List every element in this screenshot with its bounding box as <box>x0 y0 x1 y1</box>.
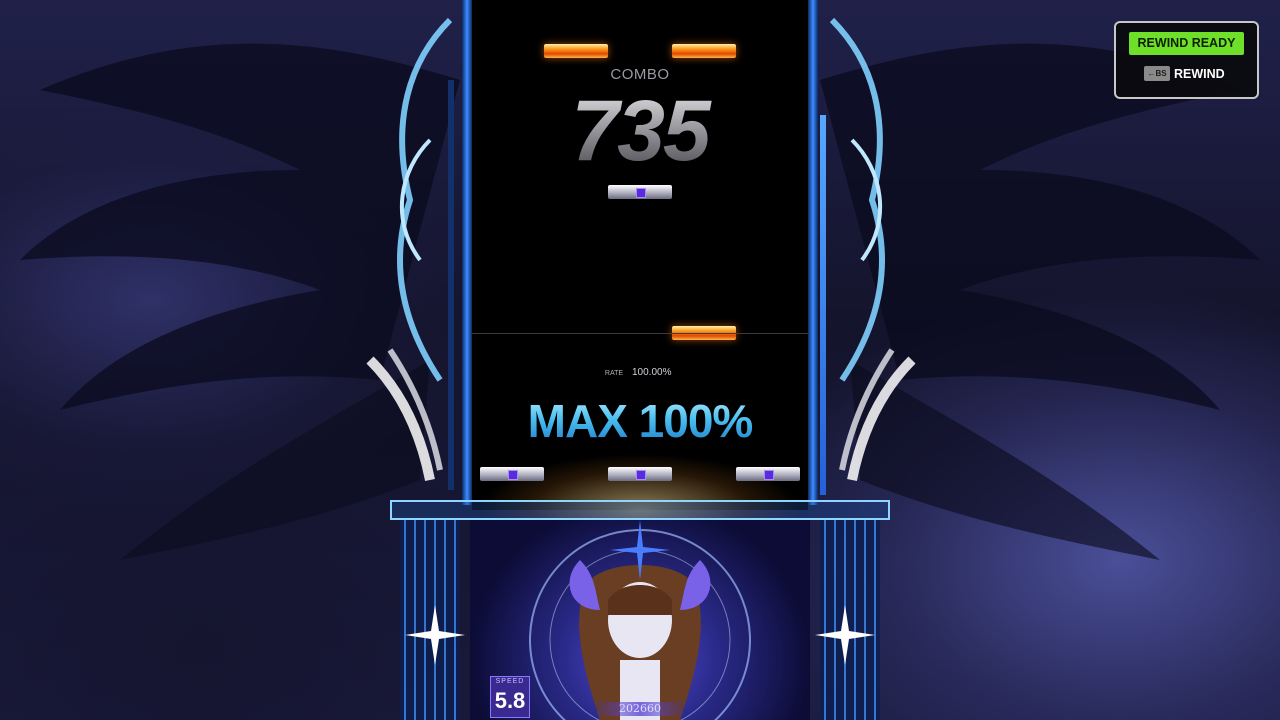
rate-label: RATE <box>604 370 624 377</box>
note-orange <box>544 44 608 58</box>
speed-label: SPEED <box>495 678 525 685</box>
character-frame-bar <box>390 500 890 520</box>
rewind-button[interactable]: REWIND <box>1174 66 1244 82</box>
speed-value: 5.8 <box>494 688 526 713</box>
backspace-key-icon: ←BS <box>1144 66 1170 81</box>
note-silver <box>608 467 672 481</box>
sparkle-icon <box>405 605 465 665</box>
left-gauge <box>448 80 454 490</box>
combo-counter: 735 <box>520 88 760 174</box>
rewind-ready-badge: REWIND READY <box>1129 32 1244 55</box>
sparkle-icon <box>610 520 670 580</box>
combo-label: COMBO <box>610 66 670 83</box>
rate-value: 100.00% <box>632 367 672 378</box>
sparkle-icon <box>815 605 875 665</box>
note-silver <box>736 467 800 481</box>
score-value: 202660 <box>619 702 661 715</box>
judgement-line <box>472 333 808 334</box>
judgement-text: MAX 100% <box>500 394 780 448</box>
note-silver <box>608 185 672 199</box>
note-orange <box>672 44 736 58</box>
note-silver <box>480 467 544 481</box>
